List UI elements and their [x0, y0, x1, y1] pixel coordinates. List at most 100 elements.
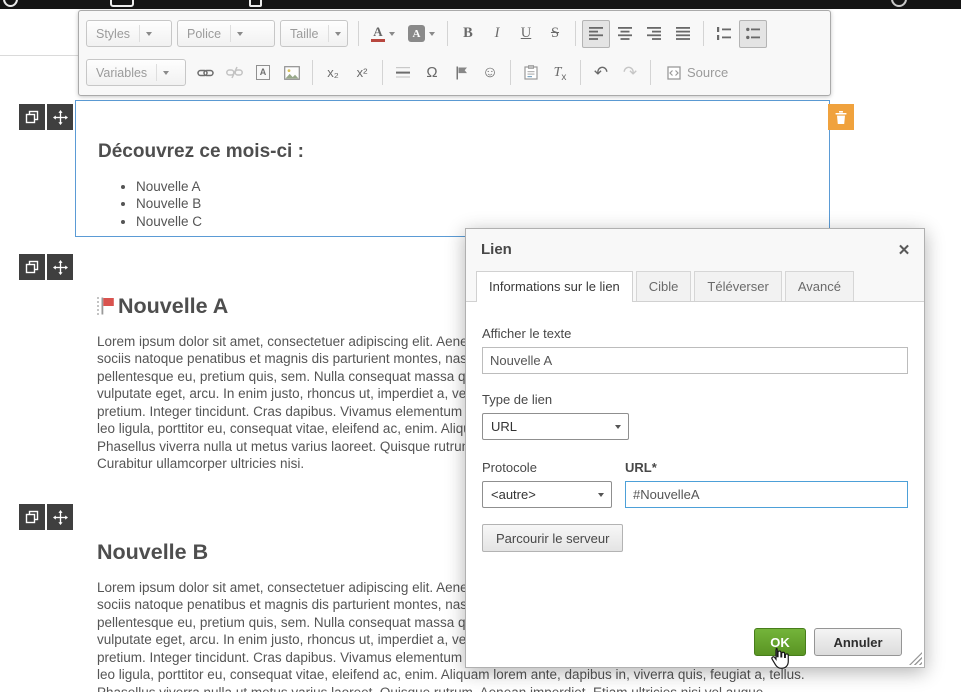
move-block-handle[interactable] [47, 504, 73, 530]
remove-format-icon: Tx [554, 63, 567, 83]
source-icon [667, 66, 681, 80]
remove-format-button[interactable]: Tx [546, 59, 574, 87]
italic-button[interactable]: I [483, 20, 511, 48]
chevron-down-icon [230, 25, 243, 42]
size-combo[interactable]: Taille [280, 20, 348, 47]
link-type-select[interactable]: URL [482, 413, 629, 440]
toolbar-row-1: Styles Police Taille A A B [86, 14, 823, 53]
content-block-intro[interactable]: Découvrez ce mois-ci : Nouvelle A Nouvel… [75, 100, 830, 237]
text-field-icon: A [256, 65, 271, 80]
tab-advanced[interactable]: Avancé [785, 271, 854, 301]
bold-button[interactable]: B [454, 20, 482, 48]
source-button-label: Source [687, 65, 728, 80]
delete-block-button[interactable] [828, 104, 854, 130]
cancel-button[interactable]: Annuler [814, 628, 902, 656]
bullet-list-button[interactable] [739, 20, 767, 48]
size-combo-label: Taille [290, 27, 328, 41]
variables-combo-label: Variables [96, 66, 156, 80]
redo-button[interactable]: ↷ [616, 59, 644, 87]
display-text-input[interactable] [482, 347, 908, 374]
toolbar-separator [510, 60, 511, 85]
superscript-button[interactable]: x² [348, 59, 376, 87]
variables-combo[interactable]: Variables [86, 59, 186, 86]
protocol-select[interactable]: <autre> [482, 481, 612, 508]
move-block-handle[interactable] [47, 104, 73, 130]
paste-button[interactable] [517, 59, 545, 87]
align-center-button[interactable] [611, 20, 639, 48]
tab-target[interactable]: Cible [636, 271, 692, 301]
text-color-icon: A [371, 25, 385, 42]
text-field-button[interactable]: A [249, 59, 277, 87]
toolbar-separator [358, 21, 359, 46]
close-icon[interactable]: ✕ [892, 238, 916, 262]
app-logo-icon [3, 0, 18, 7]
unlink-button[interactable] [220, 59, 248, 87]
move-icon [53, 110, 68, 125]
move-icon [53, 260, 68, 275]
align-right-icon [647, 27, 662, 40]
strikethrough-button[interactable]: S [541, 20, 569, 48]
source-button[interactable]: Source [657, 59, 738, 86]
anchor-button[interactable] [447, 59, 475, 87]
chevron-down-icon [389, 32, 395, 36]
tab-link-info[interactable]: Informations sur le lien [476, 271, 633, 302]
toolbar-separator [580, 60, 581, 85]
url-input[interactable] [625, 481, 908, 508]
display-text-label: Afficher le texte [482, 326, 908, 341]
font-combo[interactable]: Police [177, 20, 275, 47]
move-block-handle[interactable] [47, 254, 73, 280]
tab-upload[interactable]: Téléverser [694, 271, 781, 301]
smiley-button[interactable]: ☺ [476, 59, 504, 87]
link-type-value: URL [491, 419, 517, 434]
paste-icon [524, 65, 538, 80]
help-icon[interactable] [891, 0, 907, 7]
duplicate-block-button[interactable] [19, 504, 45, 530]
special-character-button[interactable]: Ω [418, 59, 446, 87]
block1-handles [19, 104, 73, 130]
duplicate-icon [25, 260, 39, 274]
protocol-value: <autre> [491, 487, 536, 502]
bullet-list: Nouvelle A Nouvelle B Nouvelle C [76, 178, 829, 230]
chevron-down-icon [139, 25, 152, 42]
dialog-title: Lien [481, 241, 512, 258]
protocol-field: Protocole <autre> [482, 460, 612, 508]
text-color-button[interactable]: A [365, 20, 401, 48]
link-button[interactable] [191, 59, 219, 87]
toolbar-row-2: Variables A x₂ x² Ω [86, 53, 823, 92]
chevron-down-icon [156, 64, 169, 81]
dialog-body: Afficher le texte Type de lien URL Proto… [466, 302, 924, 552]
duplicate-icon [25, 510, 39, 524]
list-item: Nouvelle B [136, 195, 829, 212]
link-dialog: Lien ✕ Informations sur le lien Cible Té… [465, 228, 925, 668]
list-item: Nouvelle A [136, 178, 829, 195]
url-field: URL* [625, 460, 908, 508]
chevron-down-icon [429, 32, 435, 36]
link-type-label: Type de lien [482, 392, 908, 407]
window-icon[interactable] [110, 0, 134, 7]
align-left-button[interactable] [582, 20, 610, 48]
subscript-button[interactable]: x₂ [319, 59, 347, 87]
ok-button[interactable]: OK [754, 628, 806, 656]
horizontal-rule-button[interactable] [389, 59, 417, 87]
toolbar-separator [703, 21, 704, 46]
underline-button[interactable]: U [512, 20, 540, 48]
dialog-tabs: Informations sur le lien Cible Téléverse… [466, 269, 924, 302]
duplicate-block-button[interactable] [19, 104, 45, 130]
editor-screen: Découvrez ce mois-ci : Nouvelle A Nouvel… [0, 0, 961, 692]
block2-handles [19, 254, 73, 280]
dialog-header[interactable]: Lien ✕ [466, 229, 924, 269]
numbered-list-icon [717, 27, 732, 40]
panel-icon[interactable] [249, 0, 262, 7]
justify-button[interactable] [669, 20, 697, 48]
url-label: URL* [625, 460, 908, 475]
background-color-button[interactable]: A [402, 20, 441, 48]
page-divider [0, 55, 78, 56]
chevron-down-icon [328, 25, 341, 42]
image-button[interactable] [278, 59, 306, 87]
browse-server-button[interactable]: Parcourir le serveur [482, 524, 623, 552]
styles-combo[interactable]: Styles [86, 20, 172, 47]
align-right-button[interactable] [640, 20, 668, 48]
undo-button[interactable]: ↶ [587, 59, 615, 87]
numbered-list-button[interactable] [710, 20, 738, 48]
duplicate-block-button[interactable] [19, 254, 45, 280]
